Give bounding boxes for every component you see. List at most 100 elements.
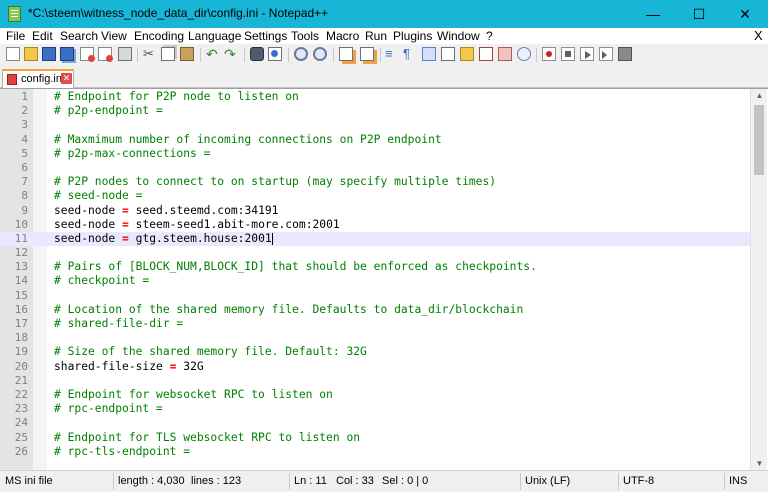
menu-language[interactable]: Language	[188, 29, 241, 43]
scroll-up-icon[interactable]: ▲	[751, 89, 768, 103]
menu-plugins[interactable]: Plugins	[393, 29, 432, 43]
comment-text: # Pairs of [BLOCK_NUM,BLOCK_ID] that sho…	[54, 260, 537, 274]
code-line[interactable]: 26 # rpc-tls-endpoint =	[0, 445, 750, 459]
code-line[interactable]: 2 # p2p-endpoint =	[0, 104, 750, 118]
menu-view[interactable]: View	[101, 29, 127, 43]
word-wrap-icon[interactable]: ≡	[385, 47, 399, 61]
toolbar-separator	[200, 48, 201, 62]
code-line[interactable]: 14 # checkpoint =	[0, 274, 750, 288]
find-icon[interactable]	[250, 47, 264, 61]
record-macro-icon[interactable]	[542, 47, 556, 61]
run-macro-multiple-icon[interactable]	[599, 47, 613, 61]
play-macro-icon[interactable]	[580, 47, 594, 61]
open-file-icon[interactable]	[24, 47, 38, 61]
folder-workspace-icon[interactable]	[479, 47, 493, 61]
code-line[interactable]: 23 # rpc-endpoint =	[0, 402, 750, 416]
close-document-button[interactable]: X	[754, 28, 763, 43]
line-text: # checkpoint =	[54, 274, 149, 288]
line-text: # Location of the shared memory file. De…	[54, 303, 523, 317]
code-line[interactable]: 3	[0, 118, 750, 132]
cut-icon[interactable]: ✂	[143, 47, 157, 61]
code-line[interactable]: 10 seed-node = steem-seed1.abit-more.com:…	[0, 218, 750, 232]
line-text: # p2p-endpoint =	[54, 104, 163, 118]
code-line[interactable]: 22 # Endpoint for websocket RPC to listen…	[0, 388, 750, 402]
vertical-scrollbar[interactable]: ▲ ▼	[750, 89, 767, 470]
line-number: 20	[14, 359, 28, 373]
code-line[interactable]: 17 # shared-file-dir =	[0, 317, 750, 331]
code-line[interactable]: 5 # p2p-max-connections =	[0, 147, 750, 161]
tab-close-icon[interactable]: ✕	[61, 73, 72, 84]
code-lines[interactable]: 1 # Endpoint for P2P node to listen on 2 # …	[0, 90, 750, 459]
line-number: 1	[21, 90, 28, 103]
code-line[interactable]: 18	[0, 331, 750, 345]
menu-search[interactable]: Search	[60, 29, 98, 43]
new-file-icon[interactable]	[6, 47, 20, 61]
monitoring-icon[interactable]	[517, 47, 531, 61]
code-line[interactable]: 15	[0, 289, 750, 303]
code-line[interactable]: 19 # Size of the shared memory file. Defa…	[0, 345, 750, 359]
title-bar: *C:\steem\witness_node_data_dir\config.i…	[0, 0, 768, 28]
menu-encoding[interactable]: Encoding	[134, 29, 184, 43]
line-text: seed-node = seed.steemd.com:34191	[54, 204, 278, 218]
minimize-button[interactable]: —	[630, 0, 676, 28]
comment-text: # Endpoint for P2P node to listen on	[54, 90, 299, 103]
menu-macro[interactable]: Macro	[326, 29, 359, 43]
save-macro-icon[interactable]	[618, 47, 632, 61]
code-line[interactable]: 4 # Maxmimum number of incoming connectio…	[0, 133, 750, 147]
line-number: 18	[14, 331, 28, 345]
tab-config-ini[interactable]: config.ini ✕	[2, 69, 74, 88]
save-icon[interactable]	[42, 47, 56, 61]
function-list-icon[interactable]	[460, 47, 474, 61]
sync-vertical-icon[interactable]	[339, 47, 353, 61]
menu-tools[interactable]: Tools	[291, 29, 319, 43]
menu-help[interactable]: ?	[486, 29, 493, 43]
code-line[interactable]: 6	[0, 161, 750, 175]
sync-horizontal-icon[interactable]	[360, 47, 374, 61]
menu-settings[interactable]: Settings	[244, 29, 287, 43]
code-line[interactable]: 7 # P2P nodes to connect to on startup (m…	[0, 175, 750, 189]
paste-icon[interactable]	[180, 47, 194, 61]
line-text: # Size of the shared memory file. Defaul…	[54, 345, 367, 359]
menu-file[interactable]: File	[6, 29, 25, 43]
doc-switcher-icon[interactable]	[498, 47, 512, 61]
editor-area[interactable]: 1 # Endpoint for P2P node to listen on 2 # …	[0, 88, 768, 470]
status-language: MS ini file	[5, 475, 53, 487]
undo-icon[interactable]: ↶	[206, 47, 220, 61]
menu-run[interactable]: Run	[365, 29, 387, 43]
code-line[interactable]: 11 seed-node = gtg.steem.house:2001	[0, 231, 750, 247]
code-line[interactable]: 24	[0, 416, 750, 430]
line-text: shared-file-size = 32G	[54, 360, 204, 374]
notepad-plus-plus-icon	[8, 6, 21, 22]
line-number: 22	[14, 387, 28, 401]
maximize-button[interactable]: ☐	[676, 0, 722, 28]
scrollbar-thumb[interactable]	[754, 105, 764, 175]
code-line[interactable]: 9 seed-node = seed.steemd.com:34191	[0, 204, 750, 218]
close-all-icon[interactable]	[98, 47, 113, 62]
indent-guide-icon[interactable]	[422, 47, 436, 61]
scroll-down-icon[interactable]: ▼	[751, 457, 768, 470]
redo-icon[interactable]: ↷	[224, 47, 238, 61]
code-line[interactable]: 1 # Endpoint for P2P node to listen on	[0, 90, 750, 104]
stop-macro-icon[interactable]	[561, 47, 575, 61]
zoom-out-icon[interactable]	[313, 47, 327, 61]
close-window-button[interactable]: ✕	[722, 0, 768, 28]
code-line[interactable]: 20 shared-file-size = 32G	[0, 360, 750, 374]
status-line-number: Ln : 11	[294, 475, 327, 487]
code-line[interactable]: 25 # Endpoint for TLS websocket RPC to li…	[0, 431, 750, 445]
code-line[interactable]: 12	[0, 246, 750, 260]
replace-icon[interactable]	[268, 47, 282, 61]
show-all-chars-icon[interactable]: ¶	[403, 47, 417, 61]
zoom-in-icon[interactable]	[294, 47, 308, 61]
menu-edit[interactable]: Edit	[32, 29, 53, 43]
code-line[interactable]: 13 # Pairs of [BLOCK_NUM,BLOCK_ID] that s…	[0, 260, 750, 274]
save-all-icon[interactable]	[60, 47, 74, 61]
code-line[interactable]: 21	[0, 374, 750, 388]
doc-map-icon[interactable]	[441, 47, 455, 61]
menu-window[interactable]: Window	[437, 29, 480, 43]
print-icon[interactable]	[118, 47, 132, 61]
line-number: 7	[21, 175, 28, 189]
code-line[interactable]: 8 # seed-node =	[0, 189, 750, 203]
copy-icon[interactable]	[161, 47, 175, 61]
code-line[interactable]: 16 # Location of the shared memory file. …	[0, 303, 750, 317]
close-icon[interactable]	[80, 47, 95, 62]
